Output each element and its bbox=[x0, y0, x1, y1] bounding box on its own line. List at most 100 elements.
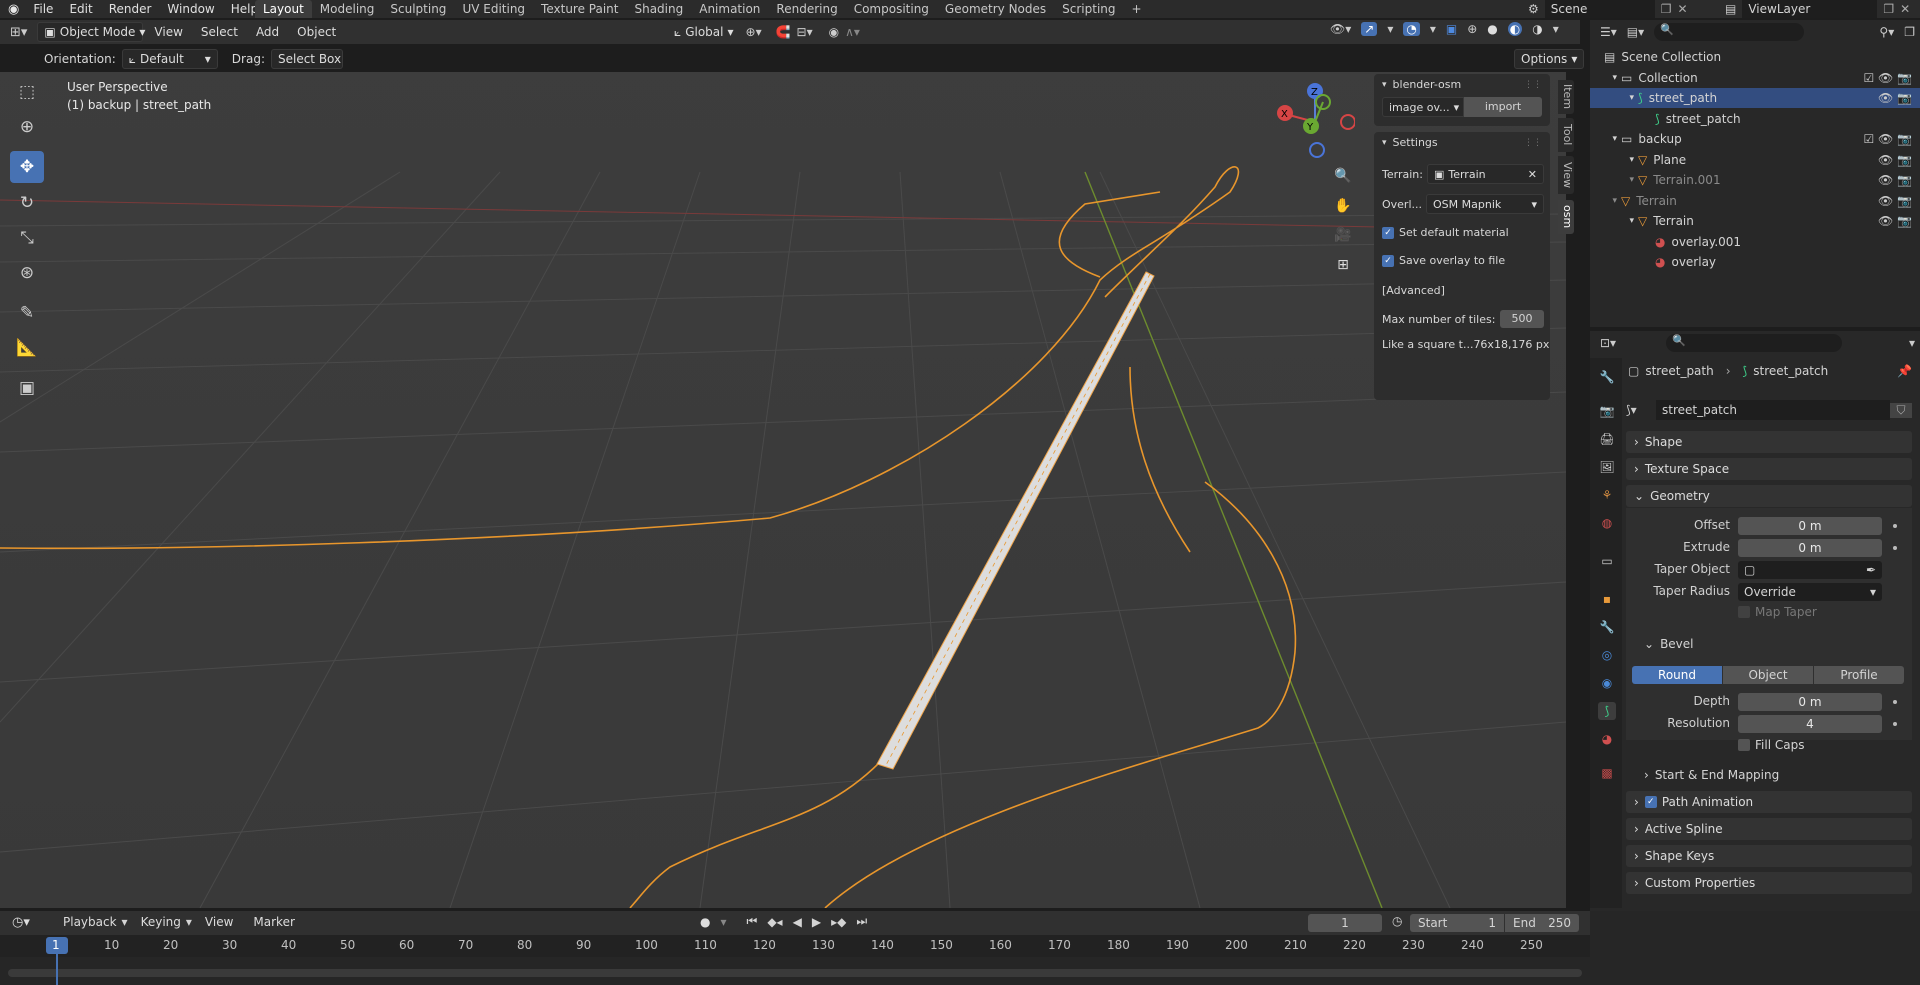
delete-scene-icon[interactable]: ✕ bbox=[1678, 2, 1688, 16]
pan-button[interactable]: ✋ bbox=[1330, 193, 1356, 219]
bevel-profile-button[interactable]: Profile bbox=[1814, 666, 1904, 684]
tab-geometry-nodes[interactable]: Geometry Nodes bbox=[937, 0, 1054, 18]
shape-panel-header[interactable]: › Shape bbox=[1626, 431, 1912, 453]
datablock-name-field[interactable]: street_patch bbox=[1656, 400, 1890, 420]
view-layer-icon[interactable]: ▤ bbox=[1725, 2, 1736, 16]
new-scene-icon[interactable]: ❐ bbox=[1661, 2, 1672, 16]
collection-tab-icon[interactable]: ▭ bbox=[1598, 552, 1616, 570]
outliner-row[interactable]: ▤ Scene Collection bbox=[1590, 47, 1920, 67]
path-animation-panel-header[interactable]: › ✓ Path Animation bbox=[1626, 791, 1912, 813]
map-taper-checkbox[interactable]: Map Taper bbox=[1738, 605, 1817, 619]
advanced-label[interactable]: [Advanced] bbox=[1382, 284, 1445, 297]
blender-logo-icon[interactable]: ◉ bbox=[8, 2, 19, 17]
tab-rendering[interactable]: Rendering bbox=[768, 0, 845, 18]
set-default-material-checkbox[interactable]: ✓ Set default material bbox=[1382, 226, 1509, 239]
clock-icon[interactable]: ◷ bbox=[1392, 914, 1402, 928]
options-dropdown[interactable]: Options ▾ bbox=[1514, 49, 1585, 69]
new-view-layer-icon[interactable]: ❐ bbox=[1883, 2, 1894, 16]
tab-compositing[interactable]: Compositing bbox=[846, 0, 937, 18]
tab-modeling[interactable]: Modeling bbox=[312, 0, 383, 18]
add-cube-tool[interactable]: ▣ bbox=[10, 372, 44, 404]
visibility-eye-icon[interactable]: 👁 📷 bbox=[1878, 153, 1912, 167]
outliner-row[interactable]: ▾ ▭ Collection ☑ 👁 📷 bbox=[1590, 68, 1920, 88]
properties-editor-icon[interactable]: ⊡▾ bbox=[1600, 336, 1616, 350]
outliner-row[interactable]: ▾ ▽ Plane 👁 📷 bbox=[1590, 150, 1920, 170]
tab-shading[interactable]: Shading bbox=[626, 0, 691, 18]
next-keyframe-icon[interactable]: ▸◆ bbox=[831, 915, 846, 929]
visibility-eye-icon[interactable]: 👁 📷 bbox=[1878, 194, 1912, 208]
tab-item[interactable]: Item bbox=[1558, 80, 1574, 114]
overlay-dropdown[interactable]: OSM Mapnik ▾ bbox=[1426, 194, 1544, 214]
depth-field[interactable]: 0 m bbox=[1738, 693, 1882, 711]
collapse-icon[interactable]: ▾ bbox=[1382, 80, 1387, 90]
shading-solid-icon[interactable]: ● bbox=[1487, 22, 1497, 36]
tab-osm[interactable]: osm bbox=[1558, 200, 1574, 234]
pivot-icon[interactable]: ⊕▾ bbox=[746, 25, 762, 39]
display-mode-icon[interactable]: ▤▾ bbox=[1627, 25, 1644, 39]
outliner-row[interactable]: ◕ overlay.001 bbox=[1590, 232, 1920, 252]
curve-data-tab-icon[interactable]: ⟆ bbox=[1598, 702, 1616, 720]
visibility-eye-icon[interactable]: 👁 📷 bbox=[1878, 214, 1912, 228]
outliner-row[interactable]: ▾ ⟆ street_path 👁 📷 bbox=[1590, 88, 1920, 108]
tab-tool[interactable]: Tool bbox=[1558, 118, 1574, 152]
transform-orientation-dropdown[interactable]: ⟀ Global ▾ bbox=[668, 22, 740, 42]
play-icon[interactable]: ▶ bbox=[812, 915, 821, 929]
outliner-row[interactable]: ◕ overlay bbox=[1590, 252, 1920, 272]
overlay-toggle-icon[interactable]: ◔ bbox=[1403, 22, 1420, 36]
camera-view-button[interactable]: 🎥 bbox=[1330, 222, 1356, 248]
keyframe-dot-icon[interactable] bbox=[1893, 546, 1897, 550]
render-tab-icon[interactable]: 📷 bbox=[1598, 402, 1616, 420]
physics-tab-icon[interactable]: ◉ bbox=[1598, 674, 1616, 692]
menu-render[interactable]: Render bbox=[101, 0, 160, 18]
outliner-editor-icon[interactable]: ☰▾ bbox=[1600, 25, 1617, 39]
extrude-field[interactable]: 0 m bbox=[1738, 539, 1882, 557]
end-frame-field[interactable]: End 250 bbox=[1505, 914, 1579, 932]
overlay-dropdown-icon[interactable]: ▾ bbox=[1430, 22, 1436, 36]
record-icon[interactable]: ● bbox=[700, 915, 710, 929]
tab-animation[interactable]: Animation bbox=[691, 0, 768, 18]
keyframe-dot-icon[interactable] bbox=[1893, 722, 1897, 726]
tab-texture-paint[interactable]: Texture Paint bbox=[533, 0, 626, 18]
start-frame-field[interactable]: Start 1 bbox=[1410, 914, 1504, 932]
max-tiles-field[interactable]: 500 bbox=[1500, 310, 1544, 328]
offset-field[interactable]: 0 m bbox=[1738, 517, 1882, 535]
mode-dropdown[interactable]: ▣ Object Mode ▾ bbox=[37, 22, 145, 42]
shading-wireframe-icon[interactable]: ⊕ bbox=[1467, 22, 1477, 36]
tool-tab-icon[interactable]: 🔧 bbox=[1598, 368, 1616, 386]
timeline-scrollbar[interactable] bbox=[8, 969, 1582, 977]
zoom-button[interactable]: 🔍 bbox=[1330, 163, 1356, 189]
menu-object[interactable]: Object bbox=[290, 25, 343, 39]
keyframe-dot-icon[interactable] bbox=[1893, 524, 1897, 528]
chevron-down-icon[interactable]: ▾ bbox=[720, 915, 726, 929]
custom-properties-panel-header[interactable]: › Custom Properties bbox=[1626, 872, 1912, 894]
tab-view[interactable]: View bbox=[1558, 156, 1574, 194]
chevron-down-icon[interactable]: ▾ bbox=[1909, 336, 1915, 350]
cursor-tool[interactable]: ⊕ bbox=[10, 111, 44, 143]
clear-icon[interactable]: ✕ bbox=[1528, 168, 1537, 181]
shading-material-icon[interactable]: ◐ bbox=[1507, 22, 1523, 36]
datablock-selector[interactable]: ⟆▾ street_patch ⛉ bbox=[1626, 399, 1912, 421]
new-collection-icon[interactable]: ❐ bbox=[1904, 25, 1915, 39]
scene-tab-icon[interactable]: ⚘ bbox=[1598, 486, 1616, 504]
bevel-subpanel-header[interactable]: ⌄ Bevel bbox=[1644, 637, 1694, 651]
bevel-round-button[interactable]: Round bbox=[1632, 666, 1722, 684]
properties-search-input[interactable]: 🔍 bbox=[1666, 334, 1843, 352]
taper-object-field[interactable]: ▢ ✒ bbox=[1738, 561, 1882, 579]
jump-end-icon[interactable]: ⏭ bbox=[856, 914, 867, 929]
menu-window[interactable]: Window bbox=[159, 0, 222, 18]
outliner-row[interactable]: ▾ ▭ backup ☑ 👁 📷 bbox=[1590, 129, 1920, 149]
select-box-tool[interactable]: ⬚ bbox=[10, 76, 44, 108]
source-dropdown[interactable]: image ov... ▾ bbox=[1382, 97, 1464, 117]
measure-tool[interactable]: 📐 bbox=[10, 332, 44, 364]
menu-add[interactable]: Add bbox=[249, 25, 286, 39]
proportional-edit-icon[interactable]: ◉ bbox=[829, 25, 839, 39]
outliner-row[interactable]: ▾ ▽ Terrain 👁 📷 bbox=[1590, 191, 1920, 211]
scene-icon[interactable]: ⚙ bbox=[1528, 2, 1539, 16]
prev-keyframe-icon[interactable]: ◆◂ bbox=[767, 915, 782, 929]
texture-tab-icon[interactable]: ▩ bbox=[1598, 764, 1616, 782]
bevel-object-button[interactable]: Object bbox=[1723, 666, 1813, 684]
collapse-icon[interactable]: ▾ bbox=[1382, 138, 1387, 148]
xray-icon[interactable]: ▣ bbox=[1446, 22, 1457, 36]
menu-timeline-view[interactable]: View bbox=[198, 915, 240, 929]
active-spline-panel-header[interactable]: › Active Spline bbox=[1626, 818, 1912, 840]
